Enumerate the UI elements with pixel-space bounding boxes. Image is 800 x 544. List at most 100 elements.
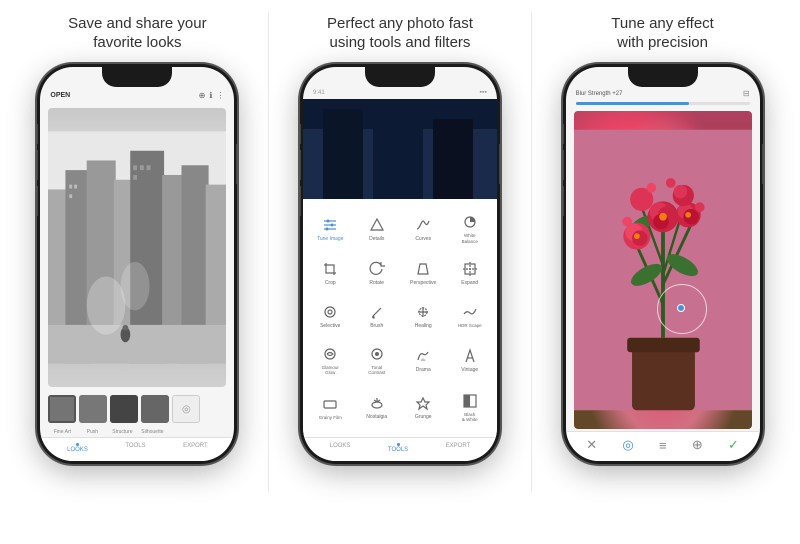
tool-vintage[interactable]: Vintage [446, 337, 493, 384]
tool-drama[interactable]: Drama [400, 337, 447, 384]
healing-icon [414, 303, 432, 321]
crop-icon [321, 260, 339, 278]
tonal-icon [368, 345, 386, 363]
radial-filter-icon[interactable]: ◎ [622, 437, 633, 453]
tool-label-crop: Crop [325, 280, 336, 286]
nav-looks[interactable]: LOOKS [67, 443, 88, 453]
tool-label-details: Details [369, 236, 384, 242]
hdr-icon [461, 303, 479, 321]
tool-label-selective: Selective [320, 323, 340, 329]
tool-label-perspective: Perspective [410, 280, 436, 286]
divider-1 [268, 12, 269, 492]
look-thumbnail-2[interactable] [79, 395, 107, 423]
toolbar-time: 9:41 [313, 90, 325, 96]
flowers-bg [574, 111, 752, 429]
tool-selective[interactable]: Selective [307, 294, 354, 336]
tool-label-vintage: Vintage [461, 367, 478, 373]
look-thumbnail-4[interactable] [141, 395, 169, 423]
look-thumbnail-1[interactable] [48, 395, 76, 423]
grainy-icon [321, 395, 339, 413]
look-thumbnail-3[interactable] [110, 395, 138, 423]
phone3-bottom-bar: ✕ ◎ ≡ ⊕ ✓ [566, 431, 760, 461]
looks-strip: ◎ [40, 391, 234, 427]
nostalgia-icon [368, 394, 386, 412]
looks-labels: Fine Art Push Structure Silhouette [40, 427, 234, 437]
tool-label-expand: Expand [461, 280, 478, 286]
expand-icon [461, 260, 479, 278]
perspective-icon [414, 260, 432, 278]
brush-icon [368, 303, 386, 321]
slider-fill [576, 102, 689, 105]
toolbar-status: ▪▪▪ [480, 89, 487, 96]
phone-1: OPEN ⊕ ℹ ⋮ [37, 64, 237, 464]
blur-slider[interactable] [576, 102, 750, 105]
open-label: OPEN [50, 92, 70, 99]
tool-bw[interactable]: Black& White [446, 384, 493, 431]
panel-tune: Tune any effect with precision Blur Stre… [539, 12, 787, 464]
tool-tune-image[interactable]: Tune Image [307, 205, 354, 252]
tools-grid: Tune Image Details [303, 199, 497, 437]
drama-icon [414, 347, 432, 365]
tool-hdr[interactable]: HDR Scape [446, 294, 493, 336]
look-label-2: Push [78, 429, 106, 435]
tool-label-healing: Healing [415, 323, 432, 329]
tool-grainy[interactable]: Grainy Film [307, 384, 354, 431]
curves-icon [414, 216, 432, 234]
toolbar-icons: ⊕ ℹ ⋮ [199, 91, 225, 100]
tool-brush[interactable]: Brush [353, 294, 400, 336]
phone2-bottom-nav: LOOKS TOOLS EXPORT [303, 437, 497, 461]
tool-details[interactable]: Details [353, 205, 400, 252]
panel-title-2: Perfect any photo fast using tools and f… [327, 12, 473, 54]
tool-perspective[interactable]: Perspective [400, 252, 447, 294]
panel-title-1: Save and share your favorite looks [68, 12, 206, 54]
tool-tonal[interactable]: TonalContrast [353, 337, 400, 384]
tune-sliders-icon[interactable]: ≡ [659, 438, 667, 453]
tool-glamour[interactable]: GlamourGlow [307, 337, 354, 384]
more-icon[interactable]: ⋮ [216, 91, 224, 100]
cancel-icon[interactable]: ✕ [586, 437, 597, 453]
tool-curves[interactable]: Curves [400, 205, 447, 252]
nav-export[interactable]: EXPORT [183, 443, 208, 453]
tool-label-tonal: TonalContrast [368, 365, 385, 376]
tune-dot[interactable] [677, 304, 685, 312]
tool-crop[interactable]: Crop [307, 252, 354, 294]
tool-label-wb: WhiteBalance [462, 233, 478, 244]
nav2-export[interactable]: EXPORT [446, 443, 471, 453]
filter-icon[interactable]: ⊕ [199, 91, 206, 100]
tool-rotate[interactable]: Rotate [353, 252, 400, 294]
notch-3 [628, 67, 698, 87]
notch-1 [102, 67, 172, 87]
glamour-icon [321, 345, 339, 363]
tool-label-drama: Drama [416, 367, 431, 373]
phone1-bottom-nav: LOOKS TOOLS EXPORT [40, 437, 234, 461]
info-icon[interactable]: ℹ [209, 91, 212, 100]
confirm-icon[interactable]: ✓ [728, 437, 739, 453]
tool-label-glamour: GlamourGlow [322, 365, 339, 376]
tool-label-hdr: HDR Scape [458, 323, 482, 328]
details-icon [368, 216, 386, 234]
nav-tools[interactable]: TOOLS [125, 443, 145, 453]
panel-title-3: Tune any effect with precision [611, 12, 714, 54]
panel-looks: Save and share your favorite looks OPEN … [13, 12, 261, 464]
white-balance-icon [461, 213, 479, 231]
divider-2 [531, 12, 532, 492]
tool-nostalgia[interactable]: Nostalgia [353, 384, 400, 431]
nav2-tools[interactable]: TOOLS [388, 443, 408, 453]
compare-icon[interactable]: ⊟ [743, 89, 750, 98]
rotate-icon [368, 260, 386, 278]
phone3-main-image [574, 111, 752, 429]
look-thumbnail-add[interactable]: ◎ [172, 395, 200, 423]
nav2-looks[interactable]: LOOKS [330, 443, 351, 453]
tool-white-balance[interactable]: WhiteBalance [446, 205, 493, 252]
selective-icon [321, 303, 339, 321]
look-label-4: Silhouette [138, 429, 166, 435]
tool-label-curves: Curves [415, 236, 431, 242]
look-label-3: Structure [108, 429, 136, 435]
tool-grunge[interactable]: Grunge [400, 384, 447, 431]
tool-label-grunge: Grunge [415, 414, 432, 420]
vintage-icon [461, 347, 479, 365]
mask-icon[interactable]: ⊕ [692, 437, 703, 453]
tool-label-grainy: Grainy Film [319, 415, 342, 420]
tool-healing[interactable]: Healing [400, 294, 447, 336]
tool-expand[interactable]: Expand [446, 252, 493, 294]
